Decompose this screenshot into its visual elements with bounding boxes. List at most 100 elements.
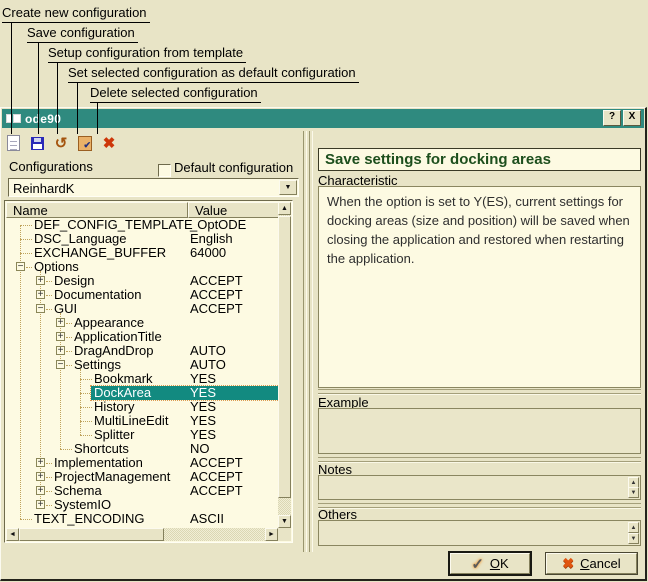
set-default-configuration-button[interactable]: ✔ (76, 134, 94, 152)
tree-connector (60, 449, 72, 450)
tree-row[interactable]: TEXT_ENCODINGASCII (6, 512, 278, 526)
help-button[interactable]: ? (603, 110, 621, 126)
tree-row[interactable]: MultiLineEditYES (6, 414, 278, 428)
ok-button[interactable]: ✓ OK (448, 551, 532, 576)
ok-label: OK (490, 556, 509, 571)
save-floppy-icon (31, 137, 44, 150)
expand-icon[interactable]: + (56, 332, 65, 341)
tree-item-value: YES (190, 400, 216, 414)
tree-guide-line (80, 369, 81, 435)
collapse-icon[interactable]: − (56, 360, 65, 369)
annotation-delete: Delete selected configuration (90, 86, 261, 103)
scroll-right-icon[interactable]: ► (265, 528, 278, 541)
tree-item-name: Options (34, 260, 79, 274)
app-icon (6, 113, 21, 124)
others-spin-down-icon[interactable]: ▼ (628, 533, 639, 544)
tree-row[interactable]: +SystemIO (6, 498, 278, 512)
configurations-label: Configurations (9, 159, 93, 174)
horizontal-scrollbar-thumb[interactable] (19, 528, 164, 541)
combobox-dropdown-button[interactable]: ▼ (279, 180, 297, 195)
example-textbox[interactable] (318, 408, 641, 454)
tree-row[interactable]: DEF_CONFIG_TEMPLATE_OptODE (6, 218, 278, 232)
tree-row[interactable]: +DesignACCEPT (6, 274, 278, 288)
characteristic-textbox[interactable]: When the option is set to Y(ES), current… (318, 186, 641, 388)
screen: ode90 ? X ↺ ✔ ✖ Configurations Default c… (0, 0, 648, 582)
annotation-create-new: Create new configuration (2, 6, 150, 23)
notes-textbox[interactable]: ▲ ▼ (318, 475, 641, 500)
expand-icon[interactable]: + (56, 346, 65, 355)
tree-row[interactable]: DockAreaYES (6, 386, 278, 400)
tree-item-value: ACCEPT (190, 470, 243, 484)
tree-item-value: YES (190, 386, 216, 400)
configuration-combobox[interactable]: ReinhardK ▼ (8, 178, 299, 197)
save-configuration-button[interactable] (28, 134, 46, 152)
expand-icon[interactable]: + (36, 290, 45, 299)
horizontal-scrollbar[interactable]: ◄ ► (6, 528, 278, 541)
tree-item-name: Splitter (94, 428, 134, 442)
tree-row[interactable]: +SchemaACCEPT (6, 484, 278, 498)
tree-row[interactable]: +ApplicationTitle (6, 330, 278, 344)
close-button[interactable]: X (623, 110, 641, 126)
tree-item-name: Appearance (74, 316, 144, 330)
setup-from-template-button[interactable]: ↺ (52, 134, 70, 152)
tree-item-value: ACCEPT (190, 288, 243, 302)
section-divider (318, 389, 641, 394)
expand-icon[interactable]: + (36, 472, 45, 481)
tree-row[interactable]: −Options (6, 260, 278, 274)
collapse-icon[interactable]: − (36, 304, 45, 313)
tree-item-value: ACCEPT (190, 274, 243, 288)
tree-item-value: ASCII (190, 512, 224, 526)
column-header-value[interactable]: Value (188, 202, 280, 218)
expand-icon[interactable]: + (36, 458, 45, 467)
default-configuration-checkbox[interactable] (158, 164, 171, 177)
tree-row[interactable]: ShortcutsNO (6, 442, 278, 456)
tree-row[interactable]: +ProjectManagementACCEPT (6, 470, 278, 484)
tree-row[interactable]: −GUIACCEPT (6, 302, 278, 316)
window-title: ode90 (25, 112, 61, 126)
template-arrow-icon: ↺ (55, 136, 68, 151)
tree-connector (20, 239, 32, 240)
delete-x-icon: ✖ (103, 136, 116, 151)
tree-row[interactable]: EXCHANGE_BUFFER64000 (6, 246, 278, 260)
tree-row[interactable]: HistoryYES (6, 400, 278, 414)
panel-splitter[interactable] (303, 131, 307, 552)
example-text (319, 409, 640, 419)
notes-spin-down-icon[interactable]: ▼ (628, 487, 639, 498)
tree-row[interactable]: +DocumentationACCEPT (6, 288, 278, 302)
tree-connector (46, 309, 52, 310)
cancel-button[interactable]: ✖ Cancel (545, 552, 638, 575)
scroll-up-icon[interactable]: ▲ (278, 202, 291, 215)
vertical-scrollbar-thumb[interactable] (278, 216, 291, 498)
delete-configuration-button[interactable]: ✖ (100, 134, 118, 152)
ok-check-icon: ✓ (471, 555, 484, 573)
tree-connector (46, 281, 52, 282)
vertical-scrollbar[interactable]: ▲ ▼ (278, 202, 291, 528)
tree-item-name: DEF_CONFIG_TEMPLATE (34, 218, 193, 232)
tree-row[interactable]: +DragAndDropAUTO (6, 344, 278, 358)
expand-icon[interactable]: + (36, 486, 45, 495)
section-divider (318, 503, 641, 508)
tree-item-name: Shortcuts (74, 442, 129, 456)
tree-row[interactable]: + Appearance (6, 316, 278, 330)
column-header-name[interactable]: Name (6, 202, 188, 218)
expand-icon[interactable]: + (36, 276, 45, 285)
annotation-setup-template: Setup configuration from template (48, 46, 246, 63)
panel-splitter-groove[interactable] (309, 131, 313, 552)
tree-row[interactable]: BookmarkYES (6, 372, 278, 386)
default-configuration-label: Default configuration (174, 160, 293, 175)
expand-icon[interactable]: + (36, 500, 45, 509)
collapse-icon[interactable]: − (16, 262, 25, 271)
tree-row[interactable]: DSC_LanguageEnglish (6, 232, 278, 246)
others-textbox[interactable]: ▲ ▼ (318, 520, 641, 546)
tree-row[interactable]: −SettingsAUTO (6, 358, 278, 372)
tree-connector (46, 477, 52, 478)
new-configuration-button[interactable] (4, 134, 22, 152)
tree-item-name: MultiLineEdit (94, 414, 168, 428)
others-spin-up-icon[interactable]: ▲ (628, 522, 639, 533)
characteristic-text: When the option is set to Y(ES), current… (319, 187, 640, 273)
scroll-left-icon[interactable]: ◄ (6, 528, 19, 541)
tree-row[interactable]: SplitterYES (6, 428, 278, 442)
expand-icon[interactable]: + (56, 318, 65, 327)
tree-row[interactable]: +ImplementationACCEPT (6, 456, 278, 470)
scroll-down-icon[interactable]: ▼ (278, 515, 291, 528)
